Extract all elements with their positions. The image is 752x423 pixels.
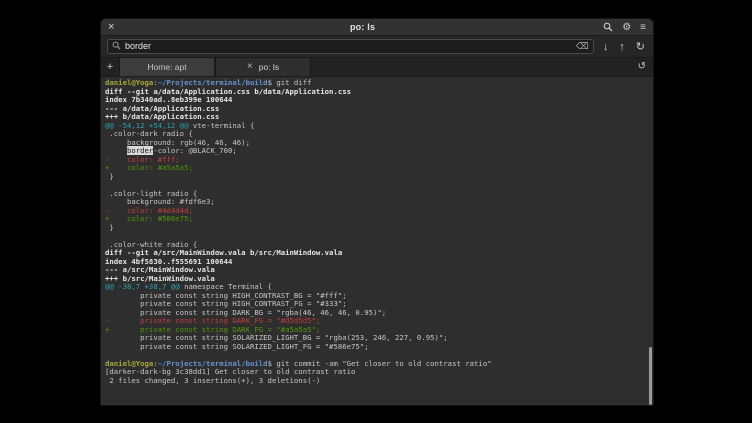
tab-bar: + Home: apt × po: ls ↺: [101, 58, 653, 77]
window-title: po: ls: [122, 22, 603, 32]
terminal-line: }: [105, 173, 653, 182]
tab-label: po: ls: [259, 62, 279, 72]
titlebar: × po: ls ⚙ ≡: [101, 19, 653, 36]
search-next-button[interactable]: ↓: [601, 39, 611, 55]
search-input[interactable]: border ⌫: [107, 39, 594, 54]
history-icon[interactable]: ↺: [631, 58, 653, 76]
search-icon[interactable]: [603, 22, 613, 32]
titlebar-actions: ⚙ ≡: [603, 22, 646, 33]
tab-label: Home: apt: [147, 62, 186, 72]
tab-home-apt[interactable]: Home: apt: [119, 58, 215, 76]
terminal-line: }: [105, 224, 653, 233]
search-bar: border ⌫ ↓ ↑ ↻: [101, 36, 653, 58]
terminal-line: + color: #a5a5a5;: [105, 164, 653, 173]
terminal-line: + color: #586e75;: [105, 215, 653, 224]
terminal-content[interactable]: daniel@Yoga:~/Projects/terminal/build$ g…: [101, 77, 653, 406]
search-input-value[interactable]: border: [125, 40, 572, 53]
window-close-button[interactable]: ×: [108, 22, 122, 33]
clear-search-icon[interactable]: ⌫: [576, 41, 589, 52]
terminal-output: daniel@Yoga:~/Projects/terminal/build$ g…: [101, 77, 653, 385]
scrollbar-thumb[interactable]: [649, 347, 652, 405]
new-tab-button[interactable]: +: [101, 58, 119, 76]
gear-icon[interactable]: ⚙: [622, 22, 631, 33]
search-cycle-button[interactable]: ↻: [634, 39, 647, 55]
terminal-line: 2 files changed, 3 insertions(+), 3 dele…: [105, 377, 653, 386]
tab-po-ls[interactable]: × po: ls: [215, 58, 311, 76]
search-previous-button[interactable]: ↑: [617, 39, 627, 55]
terminal-line: border-color: @BLACK_700;: [105, 147, 653, 156]
search-field-icon: [112, 41, 121, 52]
tab-close-icon[interactable]: ×: [247, 62, 253, 72]
terminal-line: private const string SOLARIZED_LIGHT_FG …: [105, 343, 653, 352]
menu-icon[interactable]: ≡: [640, 22, 646, 33]
terminal-window: × po: ls ⚙ ≡ border ⌫ ↓ ↑ ↻ + Home: apt …: [100, 18, 654, 406]
